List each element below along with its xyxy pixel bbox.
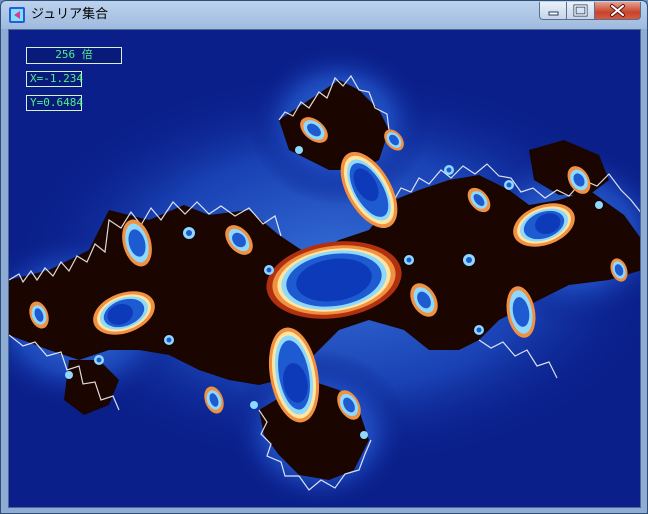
julia-app-icon (9, 7, 25, 23)
window-title: ジュリア集合 (31, 7, 109, 22)
maximize-icon (573, 4, 588, 17)
zoom-level-readout: 256 倍 (26, 47, 122, 64)
close-button[interactable] (595, 2, 641, 20)
app-window: ジュリア集合 256 倍 X=-1.234 Y=0.6484 (0, 0, 648, 514)
fractal-canvas-area[interactable]: 256 倍 X=-1.234 Y=0.6484 (8, 29, 641, 508)
julia-set-fractal[interactable] (9, 30, 641, 508)
x-coordinate-readout: X=-1.234 (26, 71, 83, 87)
maximize-button[interactable] (567, 2, 595, 20)
minimize-icon (548, 11, 559, 16)
y-coordinate-readout: Y=0.6484 (26, 95, 83, 111)
close-icon (610, 4, 625, 17)
title-bar[interactable]: ジュリア集合 (1, 1, 647, 29)
minimize-button[interactable] (539, 2, 567, 20)
